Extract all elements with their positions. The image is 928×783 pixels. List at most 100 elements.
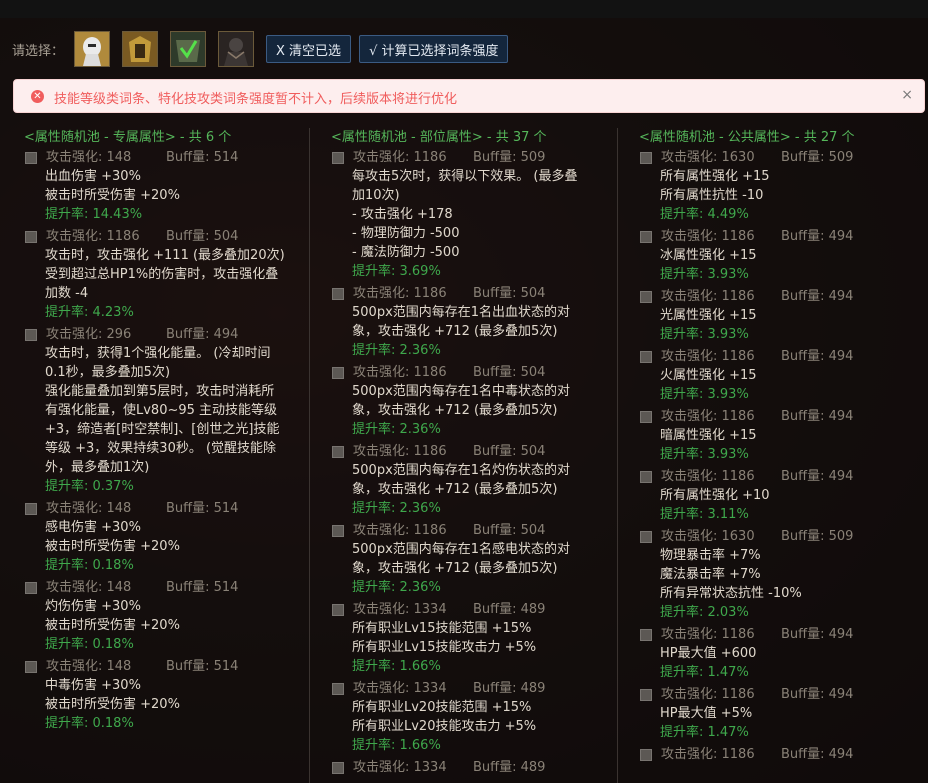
clear-selection-button[interactable]: X 清空已选 bbox=[266, 35, 352, 63]
improvement-rate: 提升率: 0.18% bbox=[45, 637, 134, 652]
effect-line: 所有职业Lv20技能攻击力 +5% bbox=[352, 719, 537, 734]
effect-line: 500px范围内每存在1名灼伤状态的对 bbox=[352, 463, 571, 478]
calculate-strength-button[interactable]: √ 计算已选择词条强度 bbox=[359, 35, 509, 63]
effect-line: 象，攻击强化 +712 (最多叠加5次) bbox=[352, 324, 558, 339]
entry-checkbox[interactable] bbox=[640, 688, 652, 701]
effect-line: 物理暴击率 +7% bbox=[660, 548, 761, 563]
entry-checkbox[interactable] bbox=[640, 410, 652, 423]
effect-line: 强化能量叠加到第5层时，攻击时消耗所 bbox=[45, 384, 275, 399]
improvement-rate: 提升率: 0.37% bbox=[45, 479, 134, 494]
buff-stat: Buff量: 489 bbox=[473, 760, 546, 775]
attribute-column-slot: <属性随机池 - 部位属性> - 共 37 个 攻击强化: 1186 Buff量:… bbox=[331, 128, 607, 777]
attribute-entry: 攻击强化: 148 Buff量: 514 中毒伤害 +30% 被击时所受伤害 +20… bbox=[24, 657, 300, 733]
effect-line: 象，攻击强化 +712 (最多叠加5次) bbox=[352, 403, 558, 418]
attribute-column-common: <属性随机池 - 公共属性> - 共 27 个 攻击强化: 1630 Buff量:… bbox=[639, 128, 915, 764]
effect-line: 被击时所受伤害 +20% bbox=[45, 539, 180, 554]
entry-checkbox[interactable] bbox=[332, 151, 344, 164]
entry-checkbox[interactable] bbox=[640, 350, 652, 363]
entry-checkbox[interactable] bbox=[332, 761, 344, 774]
attack-stat: 攻击强化: 1186 bbox=[353, 286, 447, 301]
attack-stat: 攻击强化: 1630 bbox=[661, 150, 755, 165]
effect-line: 所有属性强化 +10 bbox=[660, 488, 770, 503]
effect-line: 所有异常状态抗性 -10% bbox=[660, 586, 802, 601]
buff-stat: Buff量: 509 bbox=[781, 529, 854, 544]
entry-checkbox[interactable] bbox=[25, 230, 37, 243]
buff-stat: Buff量: 504 bbox=[473, 523, 546, 538]
entry-checkbox[interactable] bbox=[640, 530, 652, 543]
attack-stat: 攻击强化: 1186 bbox=[353, 365, 447, 380]
entry-checkbox[interactable] bbox=[332, 524, 344, 537]
improvement-rate: 提升率: 2.36% bbox=[352, 501, 441, 516]
improvement-rate: 提升率: 3.93% bbox=[660, 387, 749, 402]
character-selector: 请选择： X 清空已选 √ 计算已选择词条强度 bbox=[12, 29, 509, 69]
entry-checkbox[interactable] bbox=[332, 682, 344, 695]
entry-checkbox[interactable] bbox=[25, 151, 37, 164]
attack-stat: 攻击强化: 148 bbox=[46, 150, 132, 165]
effect-line: 加10次) bbox=[352, 188, 400, 203]
effect-line: 光属性强化 +15 bbox=[660, 308, 757, 323]
attribute-entry: 攻击强化: 1334 Buff量: 489 所有职业Lv15技能范围 +15% 所有… bbox=[331, 600, 607, 676]
attack-stat: 攻击强化: 1186 bbox=[46, 229, 140, 244]
portrait-white-knight[interactable] bbox=[74, 31, 111, 67]
effect-line: 0.1秒，最多叠加5次) bbox=[45, 365, 171, 380]
entry-checkbox[interactable] bbox=[640, 290, 652, 303]
attack-stat: 攻击强化: 148 bbox=[46, 659, 132, 674]
portrait-dark-warrior[interactable] bbox=[218, 31, 255, 67]
improvement-rate: 提升率: 2.03% bbox=[660, 605, 749, 620]
selector-label: 请选择： bbox=[12, 43, 65, 59]
entry-checkbox[interactable] bbox=[640, 748, 652, 761]
buff-stat: Buff量: 509 bbox=[781, 150, 854, 165]
entry-checkbox[interactable] bbox=[332, 287, 344, 300]
entry-checkbox[interactable] bbox=[25, 502, 37, 515]
warning-alert: ✕ 技能等级类词条、特化技攻类词条强度暂不计入，后续版本将进行优化 × bbox=[13, 79, 925, 113]
effect-line: HP最大值 +600 bbox=[660, 646, 757, 661]
attribute-column-exclusive: <属性随机池 - 专属属性> - 共 6 个 攻击强化: 148 Buff量: 5… bbox=[24, 128, 300, 736]
buff-stat: Buff量: 504 bbox=[473, 365, 546, 380]
effect-line: 暗属性强化 +15 bbox=[660, 428, 757, 443]
improvement-rate: 提升率: 3.93% bbox=[660, 447, 749, 462]
attribute-entry: 攻击强化: 148 Buff量: 514 出血伤害 +30% 被击时所受伤害 +20… bbox=[24, 148, 300, 224]
portrait-gold-armor[interactable] bbox=[122, 31, 159, 67]
buff-stat: Buff量: 494 bbox=[781, 469, 854, 484]
entry-checkbox[interactable] bbox=[332, 445, 344, 458]
effect-line: 所有属性强化 +15 bbox=[660, 169, 770, 184]
error-icon: ✕ bbox=[31, 90, 44, 103]
attribute-entry: 攻击强化: 1334 Buff量: 489 bbox=[331, 758, 607, 777]
effect-line: 冰属性强化 +15 bbox=[660, 248, 757, 263]
attribute-entry: 攻击强化: 1186 Buff量: 504 500px范围内每存在1名灼伤状态的对… bbox=[331, 442, 607, 518]
buff-stat: Buff量: 514 bbox=[166, 580, 239, 595]
alert-close-button[interactable]: × bbox=[901, 87, 913, 103]
entry-checkbox[interactable] bbox=[332, 603, 344, 616]
improvement-rate: 提升率: 0.18% bbox=[45, 716, 134, 731]
entry-checkbox[interactable] bbox=[640, 151, 652, 164]
effect-line: 每攻击5次时，获得以下效果。 (最多叠 bbox=[352, 169, 578, 184]
attribute-entry: 攻击强化: 1186 Buff量: 494 bbox=[639, 745, 915, 764]
entry-checkbox[interactable] bbox=[25, 328, 37, 341]
effect-line: - 魔法防御力 -500 bbox=[352, 245, 460, 260]
entry-checkbox[interactable] bbox=[25, 581, 37, 594]
white-knight-portrait-icon bbox=[75, 32, 110, 66]
buff-stat: Buff量: 494 bbox=[781, 349, 854, 364]
attribute-entry: 攻击强化: 1334 Buff量: 489 所有职业Lv20技能范围 +15% 所有… bbox=[331, 679, 607, 755]
improvement-rate: 提升率: 4.49% bbox=[660, 207, 749, 222]
buff-stat: Buff量: 514 bbox=[166, 659, 239, 674]
entry-checkbox[interactable] bbox=[640, 470, 652, 483]
entry-checkbox[interactable] bbox=[332, 366, 344, 379]
entry-checkbox[interactable] bbox=[640, 230, 652, 243]
improvement-rate: 提升率: 1.47% bbox=[660, 665, 749, 680]
effect-line: 火属性强化 +15 bbox=[660, 368, 757, 383]
buff-stat: Buff量: 514 bbox=[166, 150, 239, 165]
entry-checkbox[interactable] bbox=[25, 660, 37, 673]
effect-line: 感电伤害 +30% bbox=[45, 520, 141, 535]
alert-message: 技能等级类词条、特化技攻类词条强度暂不计入，后续版本将进行优化 bbox=[54, 92, 458, 107]
attribute-entry: 攻击强化: 296 Buff量: 494 攻击时，获得1个强化能量。 (冷却时间 0… bbox=[24, 325, 300, 496]
attack-stat: 攻击强化: 1186 bbox=[353, 444, 447, 459]
column-header: <属性随机池 - 公共属性> - 共 27 个 bbox=[639, 130, 855, 145]
portrait-green-check[interactable] bbox=[170, 31, 207, 67]
attack-stat: 攻击强化: 1186 bbox=[353, 150, 447, 165]
entry-checkbox[interactable] bbox=[640, 628, 652, 641]
improvement-rate: 提升率: 0.18% bbox=[45, 558, 134, 573]
effect-line: 所有职业Lv15技能攻击力 +5% bbox=[352, 640, 537, 655]
effect-line: 被击时所受伤害 +20% bbox=[45, 618, 180, 633]
attribute-entry: 攻击强化: 1186 Buff量: 509 每攻击5次时，获得以下效果。 (最多叠… bbox=[331, 148, 607, 281]
